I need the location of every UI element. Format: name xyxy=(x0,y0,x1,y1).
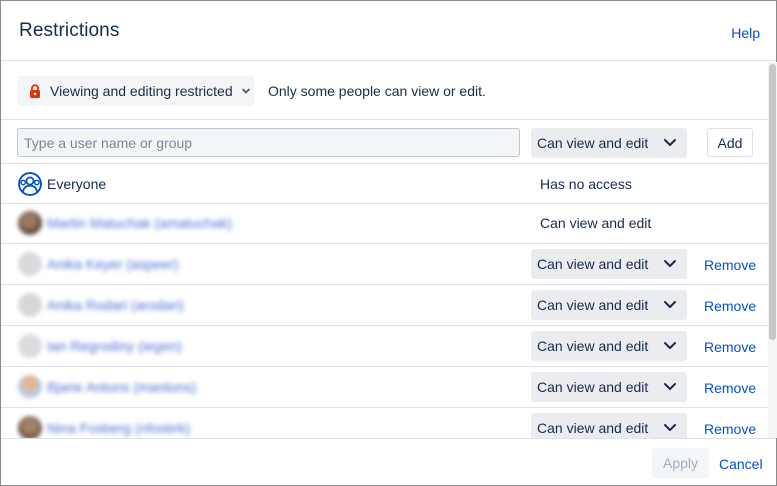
list-item: Anika Keyer (aspeer) Can view and edit R… xyxy=(1,244,768,285)
avatar xyxy=(18,375,42,399)
entry-name[interactable]: Anika Rodari (arodari) xyxy=(47,297,184,313)
permission-select[interactable]: Can view and edit xyxy=(531,372,687,402)
remove-button[interactable]: Remove xyxy=(704,298,756,314)
entry-name[interactable]: Bjarie Antons (mantons) xyxy=(47,379,196,395)
restrictions-list: Everyone Has no access Martin Matuchak (… xyxy=(1,164,768,438)
list-item: Martin Matuchak (amatuchak) Can view and… xyxy=(1,204,768,244)
help-link[interactable]: Help xyxy=(731,25,760,41)
restriction-type-select[interactable]: Viewing and editing restricted xyxy=(17,76,254,106)
permission-select[interactable]: Can view and edit xyxy=(531,331,687,361)
entry-name[interactable]: Anika Keyer (aspeer) xyxy=(47,256,179,272)
remove-button[interactable]: Remove xyxy=(704,339,756,355)
entry-access: Has no access xyxy=(540,176,632,192)
restriction-type-row: Viewing and editing restricted Only some… xyxy=(1,62,768,120)
permission-label: Can view and edit xyxy=(537,297,649,313)
permission-label: Can view and edit xyxy=(537,420,649,436)
avatar xyxy=(18,252,42,276)
list-item: Bjarie Antons (mantons) Can view and edi… xyxy=(1,367,768,408)
chevron-down-icon xyxy=(664,424,676,431)
list-item: Everyone Has no access xyxy=(1,164,768,204)
lock-icon xyxy=(30,84,40,98)
restriction-description: Only some people can view or edit. xyxy=(268,83,486,99)
add-user-row: Can view and edit Add xyxy=(1,121,768,164)
avatar xyxy=(18,211,42,235)
permission-label: Can view and edit xyxy=(537,379,649,395)
permission-label: Can view and edit xyxy=(537,135,649,151)
permission-label: Can view and edit xyxy=(537,256,649,272)
entry-name: Everyone xyxy=(47,176,107,192)
new-permission-select[interactable]: Can view and edit xyxy=(531,128,687,158)
list-item: Anika Rodari (arodari) Can view and edit… xyxy=(1,285,768,326)
cancel-button[interactable]: Cancel xyxy=(719,456,763,472)
chevron-down-icon xyxy=(241,88,250,94)
chevron-down-icon xyxy=(664,301,676,308)
restrictions-dialog: Restrictions Help Viewing and editing re… xyxy=(0,0,777,486)
add-button[interactable]: Add xyxy=(707,128,753,157)
remove-button[interactable]: Remove xyxy=(704,380,756,396)
entry-access: Can view and edit xyxy=(540,215,652,231)
list-scrollbar[interactable] xyxy=(768,62,777,438)
chevron-down-icon xyxy=(664,139,676,146)
list-item: Ian Regrodiny (iegen) Can view and edit … xyxy=(1,326,768,367)
dialog-title: Restrictions xyxy=(19,20,120,41)
permission-select[interactable]: Can view and edit xyxy=(531,413,687,438)
user-search-input[interactable] xyxy=(17,128,520,157)
entry-name[interactable]: Ian Regrodiny (iegen) xyxy=(47,338,182,354)
dialog-footer: Apply Cancel xyxy=(1,438,776,485)
list-item: Nina Fosberg (nfosbrk) Can view and edit… xyxy=(1,408,768,438)
chevron-down-icon xyxy=(664,342,676,349)
apply-button[interactable]: Apply xyxy=(652,448,709,478)
avatar xyxy=(18,416,42,438)
remove-button[interactable]: Remove xyxy=(704,421,756,437)
group-icon xyxy=(18,172,42,196)
chevron-down-icon xyxy=(664,383,676,390)
restriction-type-label: Viewing and editing restricted xyxy=(50,83,233,99)
permission-select[interactable]: Can view and edit xyxy=(531,249,687,279)
permission-label: Can view and edit xyxy=(537,338,649,354)
entry-name[interactable]: Nina Fosberg (nfosbrk) xyxy=(47,420,190,436)
avatar xyxy=(18,334,42,358)
avatar xyxy=(18,293,42,317)
entry-name[interactable]: Martin Matuchak (amatuchak) xyxy=(47,215,232,231)
remove-button[interactable]: Remove xyxy=(704,257,756,273)
chevron-down-icon xyxy=(664,260,676,267)
dialog-header: Restrictions Help xyxy=(1,1,776,61)
scrollbar-thumb[interactable] xyxy=(769,64,776,340)
permission-select[interactable]: Can view and edit xyxy=(531,290,687,320)
